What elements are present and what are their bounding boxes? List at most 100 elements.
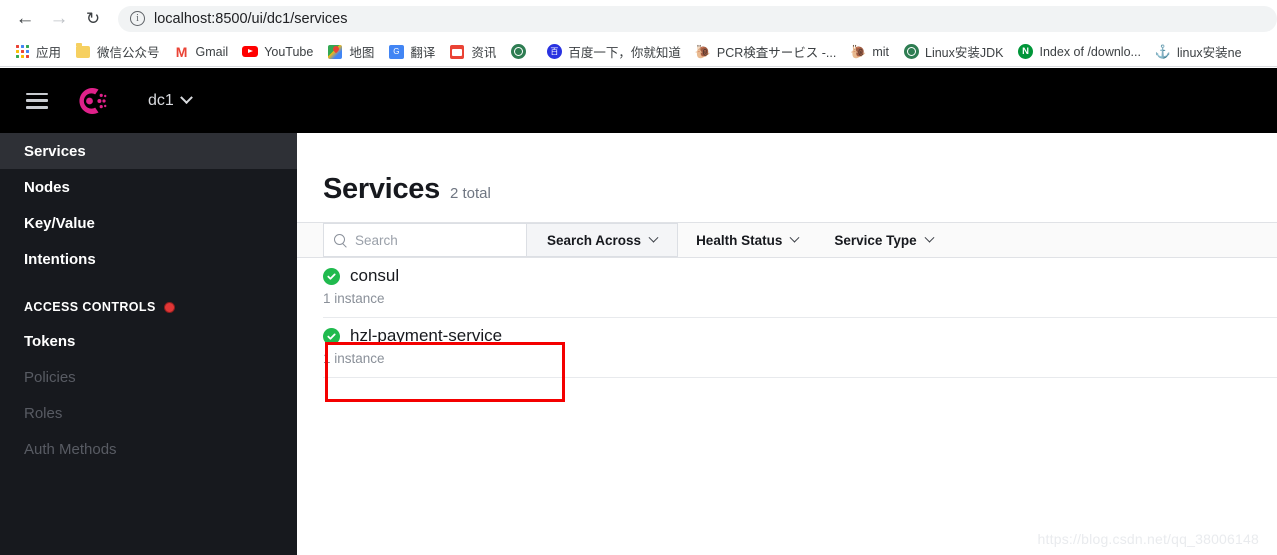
service-instance-count: 1 instance xyxy=(323,291,385,306)
globe-icon xyxy=(903,44,919,60)
bat-icon: 🐌 xyxy=(850,44,867,59)
bookmark-pcr[interactable]: 🐌 PCR検査サービス -... xyxy=(689,40,842,64)
anchor-icon: ⚓ xyxy=(1154,44,1172,59)
health-passing-icon xyxy=(323,327,340,345)
filter-bar: Search Across Health Status Service Type xyxy=(297,222,1277,258)
youtube-icon xyxy=(242,44,259,60)
apps-grid-icon xyxy=(14,44,30,60)
red-dot-icon xyxy=(163,301,175,313)
bookmark-label: Gmail xyxy=(195,44,229,59)
bookmark-baidu[interactable]: 百 百度一下，你就知道 xyxy=(540,40,687,64)
address-bar[interactable]: i localhost:8500/ui/dc1/services xyxy=(118,5,1277,32)
health-status-dropdown[interactable]: Health Status xyxy=(678,223,816,257)
bookmark-label: 应用 xyxy=(36,46,62,60)
nginx-icon: N xyxy=(1018,44,1034,60)
app-header: dc1 xyxy=(0,68,1277,133)
address-bar-url: localhost:8500/ui/dc1/services xyxy=(154,10,348,27)
google-translate-icon: G xyxy=(388,44,404,60)
sidebar-item-intentions[interactable]: Intentions xyxy=(0,241,297,277)
sidebar-item-label: Roles xyxy=(24,404,63,422)
bookmark-translate[interactable]: G 翻译 xyxy=(382,40,441,64)
consul-app: dc1 Services Nodes Key/Value Intentions … xyxy=(0,68,1277,555)
chevron-down-icon xyxy=(789,232,800,243)
back-arrow-icon[interactable]: ← xyxy=(8,4,42,34)
google-news-icon xyxy=(449,44,465,60)
bat-icon: 🐌 xyxy=(694,44,711,59)
browser-chrome: ← → ↻ i localhost:8500/ui/dc1/services 应… xyxy=(0,0,1277,68)
services-total-count: 2 total xyxy=(449,185,491,202)
sidebar-item-nodes[interactable]: Nodes xyxy=(0,169,297,205)
bookmark-linux-jdk[interactable]: Linux安装JDK xyxy=(897,40,1010,64)
bookmark-label: PCR検査サービス -... xyxy=(716,46,837,60)
bookmark-label: 百度一下，你就知道 xyxy=(568,46,681,60)
consul-logo-icon[interactable] xyxy=(70,80,112,122)
service-list-item[interactable]: consul 1 instance xyxy=(323,258,1277,318)
bookmark-index-downloads[interactable]: N Index of /downlo... xyxy=(1012,40,1147,64)
page-header: Services 2 total xyxy=(297,133,1277,206)
service-type-label: Service Type xyxy=(834,232,917,248)
bookmark-maps[interactable]: 地图 xyxy=(321,40,380,64)
globe-icon xyxy=(510,44,526,60)
service-instance-count: 1 instance xyxy=(323,351,385,366)
sidebar-item-label: Key/Value xyxy=(24,214,95,232)
service-name: hzl-payment-service xyxy=(350,326,503,345)
datacenter-label: dc1 xyxy=(148,91,174,109)
search-input[interactable] xyxy=(355,232,515,248)
bookmark-apps[interactable]: 应用 xyxy=(8,40,67,64)
bookmark-label: linux安装ne xyxy=(1176,46,1242,60)
search-across-label: Search Across xyxy=(547,232,642,248)
service-name: consul xyxy=(350,266,400,285)
health-passing-icon xyxy=(323,267,340,285)
main-content: Services 2 total Search Across Health St… xyxy=(297,133,1277,555)
bookmark-youtube[interactable]: YouTube xyxy=(236,40,319,64)
chevron-down-icon xyxy=(648,232,659,243)
baidu-icon: 百 xyxy=(546,44,562,60)
sidebar: Services Nodes Key/Value Intentions ACCE… xyxy=(0,133,297,555)
bookmark-linux-nginx[interactable]: ⚓ linux安装ne xyxy=(1149,40,1248,64)
service-type-dropdown[interactable]: Service Type xyxy=(816,223,950,257)
bookmark-label: 地图 xyxy=(349,46,375,60)
bookmark-gmail[interactable]: M Gmail xyxy=(168,40,235,64)
sidebar-section-access-controls: ACCESS CONTROLS xyxy=(0,291,297,323)
browser-nav-bar: ← → ↻ i localhost:8500/ui/dc1/services xyxy=(0,0,1277,37)
chevron-down-icon xyxy=(924,232,935,243)
sidebar-item-label: Intentions xyxy=(24,250,96,268)
hamburger-menu-icon[interactable] xyxy=(26,92,48,109)
reload-icon[interactable]: ↻ xyxy=(76,4,110,34)
bookmarks-bar: 应用 微信公众号 M Gmail YouTube 地图 G 翻译 资讯 百 百度… xyxy=(0,37,1277,67)
site-info-icon[interactable]: i xyxy=(130,11,145,26)
bookmark-label: YouTube xyxy=(264,44,314,59)
sidebar-item-label: Auth Methods xyxy=(24,440,117,458)
health-status-label: Health Status xyxy=(696,232,783,248)
search-icon xyxy=(334,233,347,247)
bookmark-label: 资讯 xyxy=(471,46,497,60)
service-list: consul 1 instance hzl-payment-service 1 … xyxy=(297,258,1277,378)
bookmark-wechat-folder[interactable]: 微信公众号 xyxy=(69,40,166,64)
gmail-icon: M xyxy=(175,43,188,60)
folder-icon xyxy=(75,43,91,60)
bookmark-label: 翻译 xyxy=(410,46,436,60)
bookmark-label: Linux安装JDK xyxy=(925,46,1004,60)
sidebar-item-services[interactable]: Services xyxy=(0,133,297,169)
watermark: https://blog.csdn.net/qq_38006148 xyxy=(1037,531,1259,547)
forward-arrow-icon[interactable]: → xyxy=(42,4,76,34)
datacenter-selector[interactable]: dc1 xyxy=(148,91,193,110)
bookmark-label: mit xyxy=(872,44,889,59)
sidebar-item-label: Tokens xyxy=(24,332,76,350)
sidebar-item-roles[interactable]: Roles xyxy=(0,395,297,431)
sidebar-item-tokens[interactable]: Tokens xyxy=(0,323,297,359)
sidebar-section-label: ACCESS CONTROLS xyxy=(24,300,156,314)
bookmark-mit[interactable]: 🐌 mit xyxy=(844,40,895,64)
sidebar-item-key-value[interactable]: Key/Value xyxy=(0,205,297,241)
bookmark-news[interactable]: 资讯 xyxy=(443,40,502,64)
service-list-item[interactable]: hzl-payment-service 1 instance xyxy=(323,318,1277,378)
search-box[interactable] xyxy=(323,223,527,257)
bookmark-label: Index of /downlo... xyxy=(1039,44,1141,59)
search-across-dropdown[interactable]: Search Across xyxy=(527,223,679,257)
sidebar-item-auth-methods[interactable]: Auth Methods xyxy=(0,431,297,467)
bookmark-label: 微信公众号 xyxy=(97,46,160,60)
google-maps-icon xyxy=(327,44,343,60)
sidebar-item-policies[interactable]: Policies xyxy=(0,359,297,395)
bookmark-globe-1[interactable] xyxy=(504,40,538,64)
sidebar-item-label: Nodes xyxy=(24,178,70,196)
